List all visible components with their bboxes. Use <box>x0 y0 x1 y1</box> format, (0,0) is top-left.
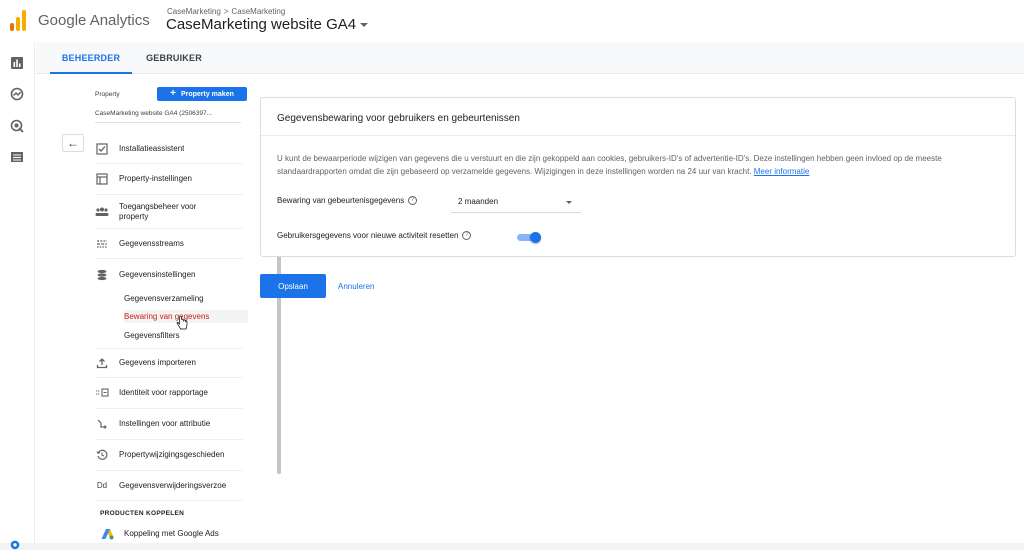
property-name[interactable]: CaseMarketing website GA4 (2506397... <box>95 110 212 117</box>
nav-item-label: Koppeling met Google Ads <box>124 529 219 538</box>
property-selector[interactable]: CaseMarketing website GA4 <box>166 16 369 33</box>
nav-item-data-deletion-requests[interactable]: Dd Gegevensverwijderingsverzoe <box>95 471 243 501</box>
nav-item-label: Installatieassistent <box>119 143 185 153</box>
card-title: Gegevensbewaring voor gebruikers en gebe… <box>277 113 520 124</box>
divider <box>261 135 1015 136</box>
save-button[interactable]: Opslaan <box>260 274 326 298</box>
app-title: Google Analytics <box>38 12 150 29</box>
tab-admin[interactable]: BEHEERDER <box>50 42 132 74</box>
dd-icon: Dd <box>96 481 108 490</box>
section-heading-link-products: PRODUCTEN KOPPELEN <box>100 510 185 517</box>
data-retention-card: Gegevensbewaring voor gebruikers en gebe… <box>260 97 1016 257</box>
upload-icon <box>95 356 109 370</box>
breadcrumb-account[interactable]: CaseMarketing <box>167 7 221 16</box>
retention-label: Bewaring van gebeurtenisgegevens <box>277 196 405 205</box>
left-nav-rail <box>0 42 35 550</box>
nav-item-data-streams[interactable]: Gegevensstreams <box>95 229 243 259</box>
admin-gear-icon[interactable] <box>8 538 22 550</box>
nav-item-access-management[interactable]: Toegangsbeheer voor property <box>95 195 243 229</box>
nav-item-google-ads-links[interactable]: Koppeling met Google Ads <box>100 524 248 544</box>
cancel-button[interactable]: Annuleren <box>338 282 374 291</box>
attribution-icon <box>95 417 109 431</box>
sub-item-data-filters[interactable]: Gegevensfilters <box>124 331 180 340</box>
back-button[interactable]: ← <box>62 134 84 152</box>
explore-icon[interactable] <box>10 87 24 101</box>
nav-item-label: Gegevensinstellingen <box>119 269 196 279</box>
dropdown-caret-icon <box>566 201 572 204</box>
nav-item-label: Gegevensverwijderingsverzoe <box>119 480 227 490</box>
sub-item-data-collection[interactable]: Gegevensverzameling <box>124 294 204 303</box>
google-ads-icon <box>100 527 114 541</box>
nav-item-label-line2: property <box>119 211 149 221</box>
nav-item-property-change-history[interactable]: Propertywijzigingsgeschieden <box>95 440 243 471</box>
history-icon <box>95 448 109 462</box>
reset-row-label: Gebruikersgegevens voor nieuwe activitei… <box>277 231 472 240</box>
hand-cursor-icon <box>176 316 188 330</box>
nav-item-label: Toegangsbeheer voor <box>119 201 197 211</box>
retention-period-select[interactable]: 2 maanden <box>451 191 581 213</box>
card-description: U kunt de bewaarperiode wijzigen van geg… <box>277 152 1002 178</box>
reset-on-new-activity-toggle[interactable] <box>517 232 541 243</box>
reset-label: Gebruikersgegevens voor nieuwe activitei… <box>277 231 459 240</box>
nav-item-label: Property-instellingen <box>119 174 192 183</box>
nav-item-data-settings[interactable]: Gegevensinstellingen <box>95 259 243 290</box>
nav-item-label: Gegevens importeren <box>119 358 196 367</box>
arrow-left-icon: ← <box>67 136 79 150</box>
database-icon <box>95 268 109 282</box>
help-icon[interactable]: ? <box>462 231 472 240</box>
learn-more-link[interactable]: Meer informatie <box>754 167 810 176</box>
google-analytics-logo-icon[interactable] <box>10 10 26 32</box>
tab-admin-label: BEHEERDER <box>61 53 121 63</box>
people-icon <box>95 205 109 219</box>
nav-item-label: Gegevensstreams <box>119 238 184 248</box>
reports-icon[interactable] <box>10 56 24 70</box>
admin-tab-bar: BEHEERDER GEBRUIKER <box>36 42 1024 74</box>
create-property-label: Property maken <box>180 90 234 98</box>
nav-item-label: Identiteit voor rapportage <box>119 388 208 397</box>
nav-item-reporting-identity[interactable]: Identiteit voor rapportage <box>95 378 243 409</box>
property-nav-column: Property + Property maken CaseMarketing … <box>36 74 281 550</box>
window-icon <box>95 172 109 186</box>
divider <box>95 122 241 123</box>
nav-item-data-import[interactable]: Gegevens importeren <box>95 348 243 378</box>
tab-user-label: GEBRUIKER <box>146 53 202 63</box>
property-label: Property <box>95 91 120 98</box>
help-icon[interactable]: ? <box>408 196 418 205</box>
description-text: U kunt de bewaarperiode wijzigen van geg… <box>277 154 942 176</box>
caret-down-icon <box>360 23 369 28</box>
nav-item-attribution-settings[interactable]: Instellingen voor attributie <box>95 409 243 440</box>
bottom-strip <box>0 543 1024 550</box>
toggle-knob <box>530 232 541 243</box>
identity-icon <box>95 386 109 400</box>
nav-item-label: Propertywijzigingsgeschieden <box>119 450 225 459</box>
property-title: CaseMarketing website GA4 <box>166 16 357 33</box>
retention-period-value: 2 maanden <box>458 197 499 206</box>
nav-item-label: Instellingen voor attributie <box>119 419 211 428</box>
checkbox-icon <box>95 142 109 156</box>
nav-item-property-settings[interactable]: Property-instellingen <box>95 164 243 195</box>
tab-user[interactable]: GEBRUIKER <box>140 42 208 74</box>
streams-icon <box>95 237 109 251</box>
breadcrumb-property[interactable]: CaseMarketing <box>231 7 285 16</box>
top-header: Google Analytics CaseMarketing > CaseMarke… <box>0 0 1024 42</box>
advertising-icon[interactable] <box>10 119 24 133</box>
breadcrumb[interactable]: CaseMarketing > CaseMarketing <box>167 7 285 16</box>
retention-row-label: Bewaring van gebeurtenisgegevens? <box>277 196 418 205</box>
configure-icon[interactable] <box>10 150 24 164</box>
plus-icon: + <box>170 88 176 99</box>
breadcrumb-separator: > <box>223 7 229 16</box>
nav-item-setup-assistant[interactable]: Installatieassistent <box>95 134 243 164</box>
nav-item-label-group: Toegangsbeheer voor property <box>119 202 196 222</box>
create-property-button[interactable]: + Property maken <box>157 87 247 101</box>
